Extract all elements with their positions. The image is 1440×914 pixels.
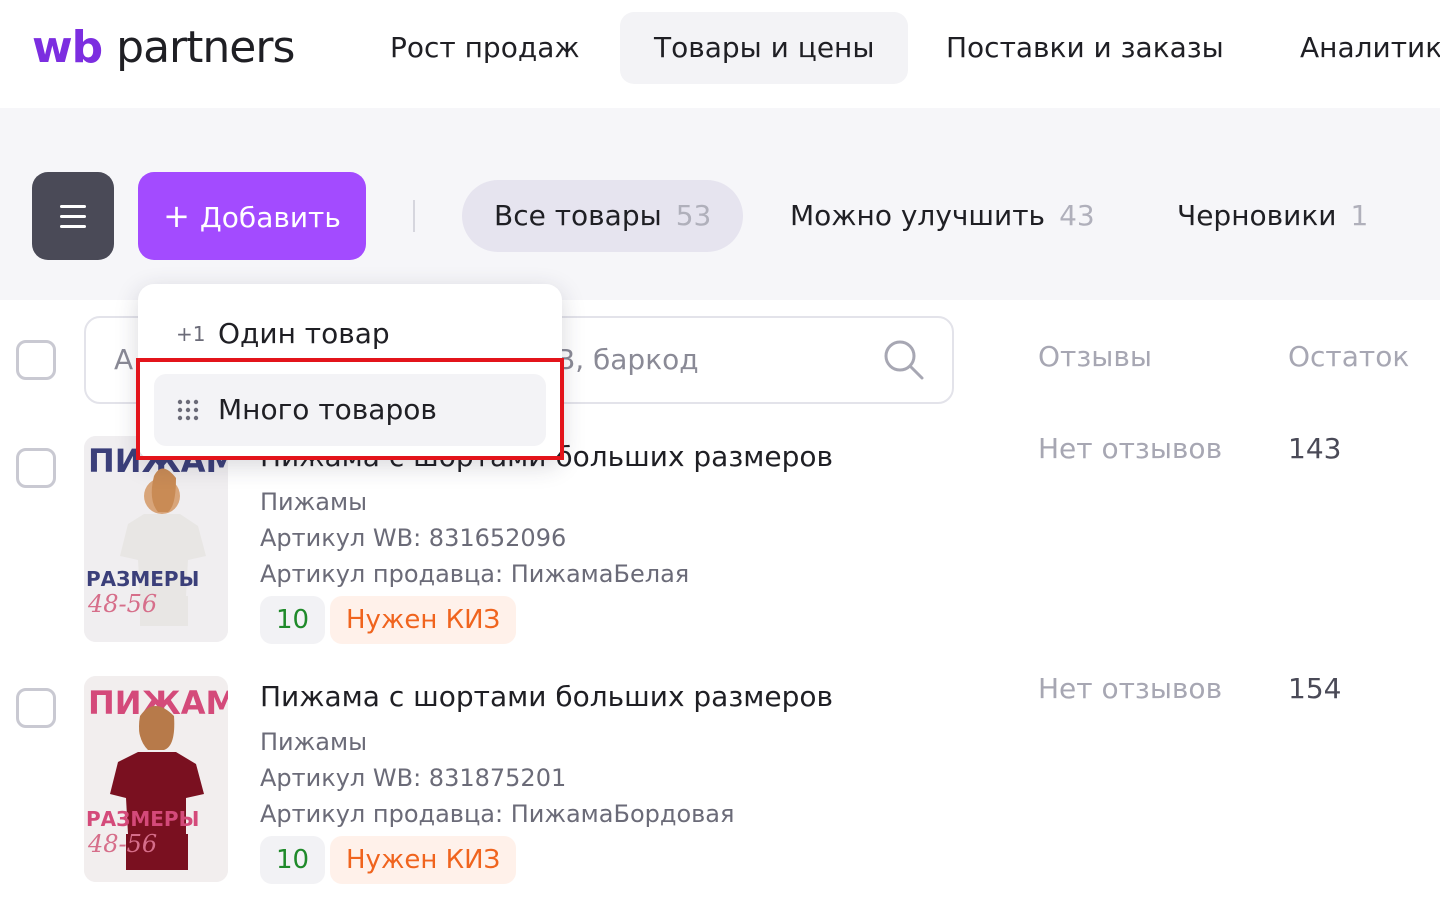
nav-sales-growth[interactable]: Рост продаж xyxy=(356,12,614,84)
filter-count: 43 xyxy=(1059,199,1095,232)
filter-count: 53 xyxy=(675,199,712,232)
quantity-chip: 10 xyxy=(260,836,326,884)
annotation-highlight-box xyxy=(136,358,564,460)
search-placeholder-end: В, баркод xyxy=(556,343,699,376)
search-placeholder-start: А xyxy=(114,343,134,376)
nav-analytics[interactable]: Аналитик xyxy=(1266,12,1440,84)
product-seller-article: Артикул продавца: ПижамаБелая xyxy=(260,560,690,588)
thumb-range: 48-56 xyxy=(87,830,157,858)
filter-drafts[interactable]: Черновики 1 xyxy=(1145,180,1400,252)
search-icon[interactable] xyxy=(882,338,926,382)
nav-supplies-orders[interactable]: Поставки и заказы xyxy=(912,12,1258,84)
logo-partners-text: partners xyxy=(116,22,295,73)
product-reviews: Нет отзывов xyxy=(1038,672,1223,705)
product-seller-article: Артикул продавца: ПижамаБордовая xyxy=(260,800,735,828)
thumb-range: 48-56 xyxy=(87,590,157,618)
product-stock: 154 xyxy=(1288,672,1342,705)
product-category: Пижамы xyxy=(260,728,368,756)
product-reviews: Нет отзывов xyxy=(1038,432,1223,465)
nav-products-prices[interactable]: Товары и цены xyxy=(620,12,909,84)
top-header: wb partners Рост продаж Товары и цены Пос… xyxy=(0,0,1440,108)
thumb-sizes: РАЗМЕРЫ xyxy=(86,807,199,831)
filter-label: Можно улучшить xyxy=(790,199,1046,232)
plus-icon: + xyxy=(163,197,190,235)
hamburger-icon-line xyxy=(60,225,86,228)
row-checkbox[interactable] xyxy=(16,448,56,488)
plus-one-icon: +1 xyxy=(176,322,206,346)
product-wb-article: Артикул WB: 831875201 xyxy=(260,764,567,792)
hamburger-icon-line xyxy=(60,215,86,218)
toolbar-divider xyxy=(413,200,415,232)
filter-all-products[interactable]: Все товары 53 xyxy=(462,180,744,252)
product-stock: 143 xyxy=(1288,432,1342,465)
product-title[interactable]: Пижама с шортами больших размеров xyxy=(260,680,833,713)
kiz-required-badge[interactable]: Нужен КИЗ xyxy=(330,836,517,884)
column-stock[interactable]: Остаток xyxy=(1288,340,1409,373)
hamburger-icon xyxy=(60,205,86,208)
row-checkbox[interactable] xyxy=(16,688,56,728)
add-button[interactable]: + Добавить xyxy=(138,172,366,260)
product-thumbnail[interactable]: ПИЖАМА РАЗМЕРЫ 48-56 xyxy=(84,436,228,642)
product-category: Пижамы xyxy=(260,488,368,516)
filter-label: Черновики xyxy=(1177,199,1337,232)
column-reviews[interactable]: Отзывы xyxy=(1038,340,1152,373)
filter-can-improve[interactable]: Можно улучшить 43 xyxy=(758,180,1127,252)
add-button-label: Добавить xyxy=(199,201,341,234)
product-wb-article: Артикул WB: 831652096 xyxy=(260,524,567,552)
filter-label: Все товары xyxy=(494,199,662,232)
select-all-checkbox[interactable] xyxy=(16,340,56,380)
filter-count: 1 xyxy=(1350,199,1369,232)
logo-wb-text: wb xyxy=(32,22,103,73)
quantity-chip: 10 xyxy=(260,596,326,644)
kiz-required-badge[interactable]: Нужен КИЗ xyxy=(330,596,517,644)
menu-button[interactable] xyxy=(32,172,114,260)
product-thumbnail[interactable]: ПИЖАМА РАЗМЕРЫ 48-56 xyxy=(84,676,228,882)
thumb-sizes: РАЗМЕРЫ xyxy=(86,567,199,591)
wb-partners-logo[interactable]: wb partners xyxy=(32,22,295,73)
